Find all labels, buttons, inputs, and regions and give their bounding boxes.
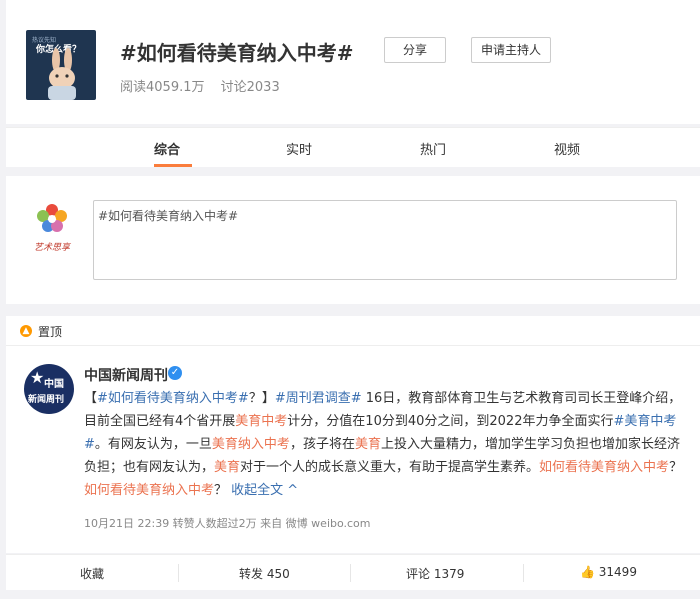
post-actions: 收藏 转发 450 评论 1379 👍 31499: [6, 554, 700, 590]
share-button[interactable]: 分享: [384, 37, 446, 63]
topic-cover-image: 热议先知 你怎么看？: [26, 30, 96, 100]
apply-host-button[interactable]: 申请主持人: [471, 37, 551, 63]
keyword-link[interactable]: 美育中考: [235, 414, 287, 429]
tab-video[interactable]: 视频: [554, 139, 580, 158]
body-text: 【: [84, 391, 98, 406]
body-text: ，孩子将在: [289, 437, 355, 452]
flower-logo-icon: [37, 204, 67, 232]
topic-link[interactable]: 如何看待美育纳入中考: [84, 483, 214, 498]
discuss-count: 讨论2033: [220, 80, 280, 95]
read-count: 阅读4059.1万: [120, 80, 205, 95]
avatar-line2: 新闻周刊: [28, 395, 65, 405]
hashtag-link[interactable]: #如何看待美育纳入中考#: [97, 391, 249, 406]
post-body: 【#如何看待美育纳入中考#？】#周刊君调查# 16日，教育部体育卫生与艺术教育司…: [84, 387, 688, 502]
logo-text: 艺术思享: [33, 243, 70, 253]
body-text: ？: [669, 460, 683, 475]
like-count: 31499: [598, 565, 637, 579]
author-name[interactable]: 中国新闻周刊: [84, 365, 168, 385]
brand-logo: 艺术思享: [28, 200, 76, 253]
author-avatar[interactable]: ★ 中国 新闻周刊: [24, 364, 74, 414]
post-composer: 艺术思享 #如何看待美育纳入中考#: [6, 176, 700, 304]
like-button[interactable]: 👍 31499: [580, 565, 637, 579]
keyword-link[interactable]: 美育: [214, 460, 240, 475]
favorite-button[interactable]: 收藏: [80, 565, 104, 582]
compose-textarea[interactable]: #如何看待美育纳入中考#: [93, 200, 677, 280]
hashtag-link[interactable]: #周刊君调查#: [275, 391, 362, 406]
body-text: ？: [214, 483, 232, 498]
verified-badge-icon: ✓: [168, 366, 182, 380]
keyword-link[interactable]: 美育纳入中考: [212, 437, 290, 452]
tab-comprehensive[interactable]: 综合: [154, 139, 180, 158]
divider: [350, 564, 351, 582]
repost-button[interactable]: 转发 450: [239, 565, 290, 582]
body-text: 。有网友认为，一旦: [94, 437, 212, 452]
star-icon: ★: [30, 368, 45, 387]
avatar-line1: 中国: [44, 379, 64, 390]
pinned-bar: ▲ 置顶: [6, 316, 700, 346]
rabbit-illustration-icon: [48, 48, 76, 100]
keyword-link[interactable]: 美育: [355, 437, 381, 452]
thumbs-up-icon: 👍: [580, 565, 595, 579]
topic-title: #如何看待美育纳入中考#: [120, 41, 354, 65]
topic-link[interactable]: 如何看待美育纳入中考: [539, 460, 669, 475]
body-text: ？】: [248, 391, 275, 406]
divider: [523, 564, 524, 582]
pin-icon: ▲: [20, 325, 32, 337]
comment-button[interactable]: 评论 1379: [406, 565, 464, 582]
tab-realtime[interactable]: 实时: [286, 139, 312, 158]
active-tab-indicator: [154, 164, 192, 167]
topic-header: 热议先知 你怎么看？ #如何看待美育纳入中考# 阅读4059.1万 讨论2033…: [6, 0, 700, 124]
post-meta: 10月21日 22:39 转赞人数超过2万 来自 微博 weibo.com: [84, 517, 371, 530]
body-text: 计分，分值在10分到40分之间，到2022年力争全面实行: [287, 414, 614, 429]
pinned-label: 置顶: [38, 325, 63, 339]
weibo-post: ★ 中国 新闻周刊 中国新闻周刊 ✓ 【#如何看待美育纳入中考#？】#周刊君调查…: [6, 346, 700, 553]
topic-stats: 阅读4059.1万 讨论2033: [120, 76, 292, 95]
chevron-up-icon[interactable]: ^: [283, 483, 298, 498]
body-text: 对于一个人的成长意义重大，有助于提高学生素养。: [240, 460, 540, 475]
tab-hot[interactable]: 热门: [420, 139, 446, 158]
tab-bar: 综合 实时 热门 视频: [6, 127, 700, 167]
collapse-link[interactable]: 收起全文: [231, 483, 283, 498]
divider: [178, 564, 179, 582]
